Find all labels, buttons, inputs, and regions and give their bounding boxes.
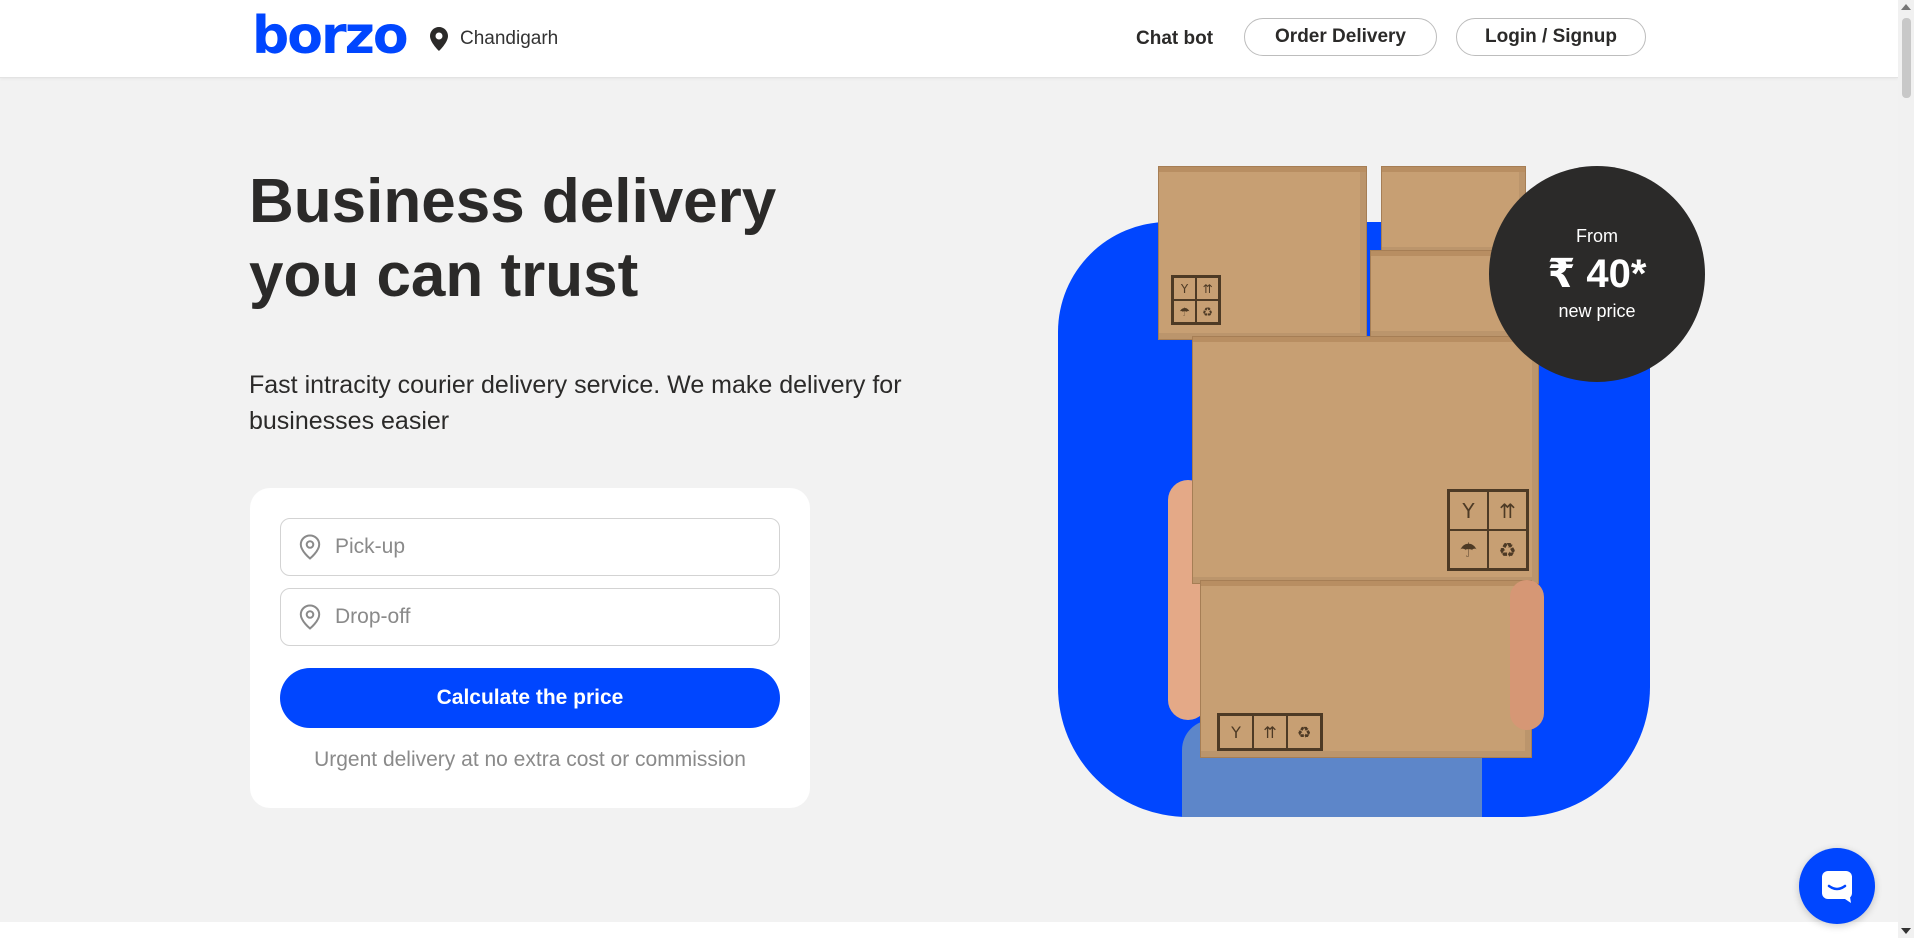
city-name: Chandigarh [460, 28, 559, 49]
hero-title: Business delivery you can trust [249, 167, 777, 310]
login-signup-button[interactable]: Login / Signup [1456, 18, 1646, 56]
chat-widget-button[interactable] [1799, 848, 1875, 924]
scroll-down-arrow-icon[interactable] [1901, 928, 1911, 934]
cardboard-box: Y ⇈ ☂ ♻ [1158, 166, 1367, 340]
cardboard-box: Y ⇈ ☂ ♻ [1192, 336, 1539, 584]
site-header: borzo Chandigarh Chat bot Order Delivery… [0, 0, 1898, 78]
hero-subtitle: Fast intracity courier delivery service.… [249, 371, 902, 435]
borzo-logo[interactable]: borzo [252, 6, 409, 66]
chat-bubble-icon [1822, 871, 1852, 903]
map-pin-outline-icon [299, 604, 321, 630]
city-selector[interactable]: Chandigarh [430, 24, 558, 54]
pickup-input[interactable] [333, 534, 757, 560]
calculate-price-button[interactable]: Calculate the price [280, 668, 780, 728]
pickup-field[interactable] [280, 518, 780, 576]
price-calculator-card: Calculate the price Urgent delivery at n… [250, 488, 810, 808]
location-pin-icon [430, 27, 448, 51]
price-value: ₹ 40* [1547, 252, 1647, 296]
price-from-label: From [1576, 226, 1618, 246]
price-badge: From ₹ 40* new price [1489, 166, 1705, 382]
urgent-delivery-note: Urgent delivery at no extra cost or comm… [314, 748, 746, 771]
courier-right-arm [1510, 580, 1544, 730]
map-pin-outline-icon [299, 534, 321, 560]
next-section-edge [0, 922, 1898, 938]
dropoff-input[interactable] [333, 604, 757, 630]
scroll-up-arrow-icon[interactable] [1901, 4, 1911, 10]
order-delivery-button[interactable]: Order Delivery [1244, 18, 1437, 56]
price-note: new price [1558, 301, 1636, 321]
box-handling-symbols: Y ⇈ ☂ ♻ [1447, 489, 1529, 571]
box-handling-symbols: Y ⇈ ♻ [1217, 713, 1323, 751]
page-scrollbar[interactable] [1898, 0, 1914, 938]
cardboard-box: Y ⇈ ♻ [1200, 580, 1532, 758]
chat-bot-link[interactable]: Chat bot [1136, 23, 1213, 55]
scroll-thumb[interactable] [1902, 18, 1911, 98]
box-handling-symbols: Y ⇈ ☂ ♻ [1171, 275, 1221, 325]
dropoff-field[interactable] [280, 588, 780, 646]
